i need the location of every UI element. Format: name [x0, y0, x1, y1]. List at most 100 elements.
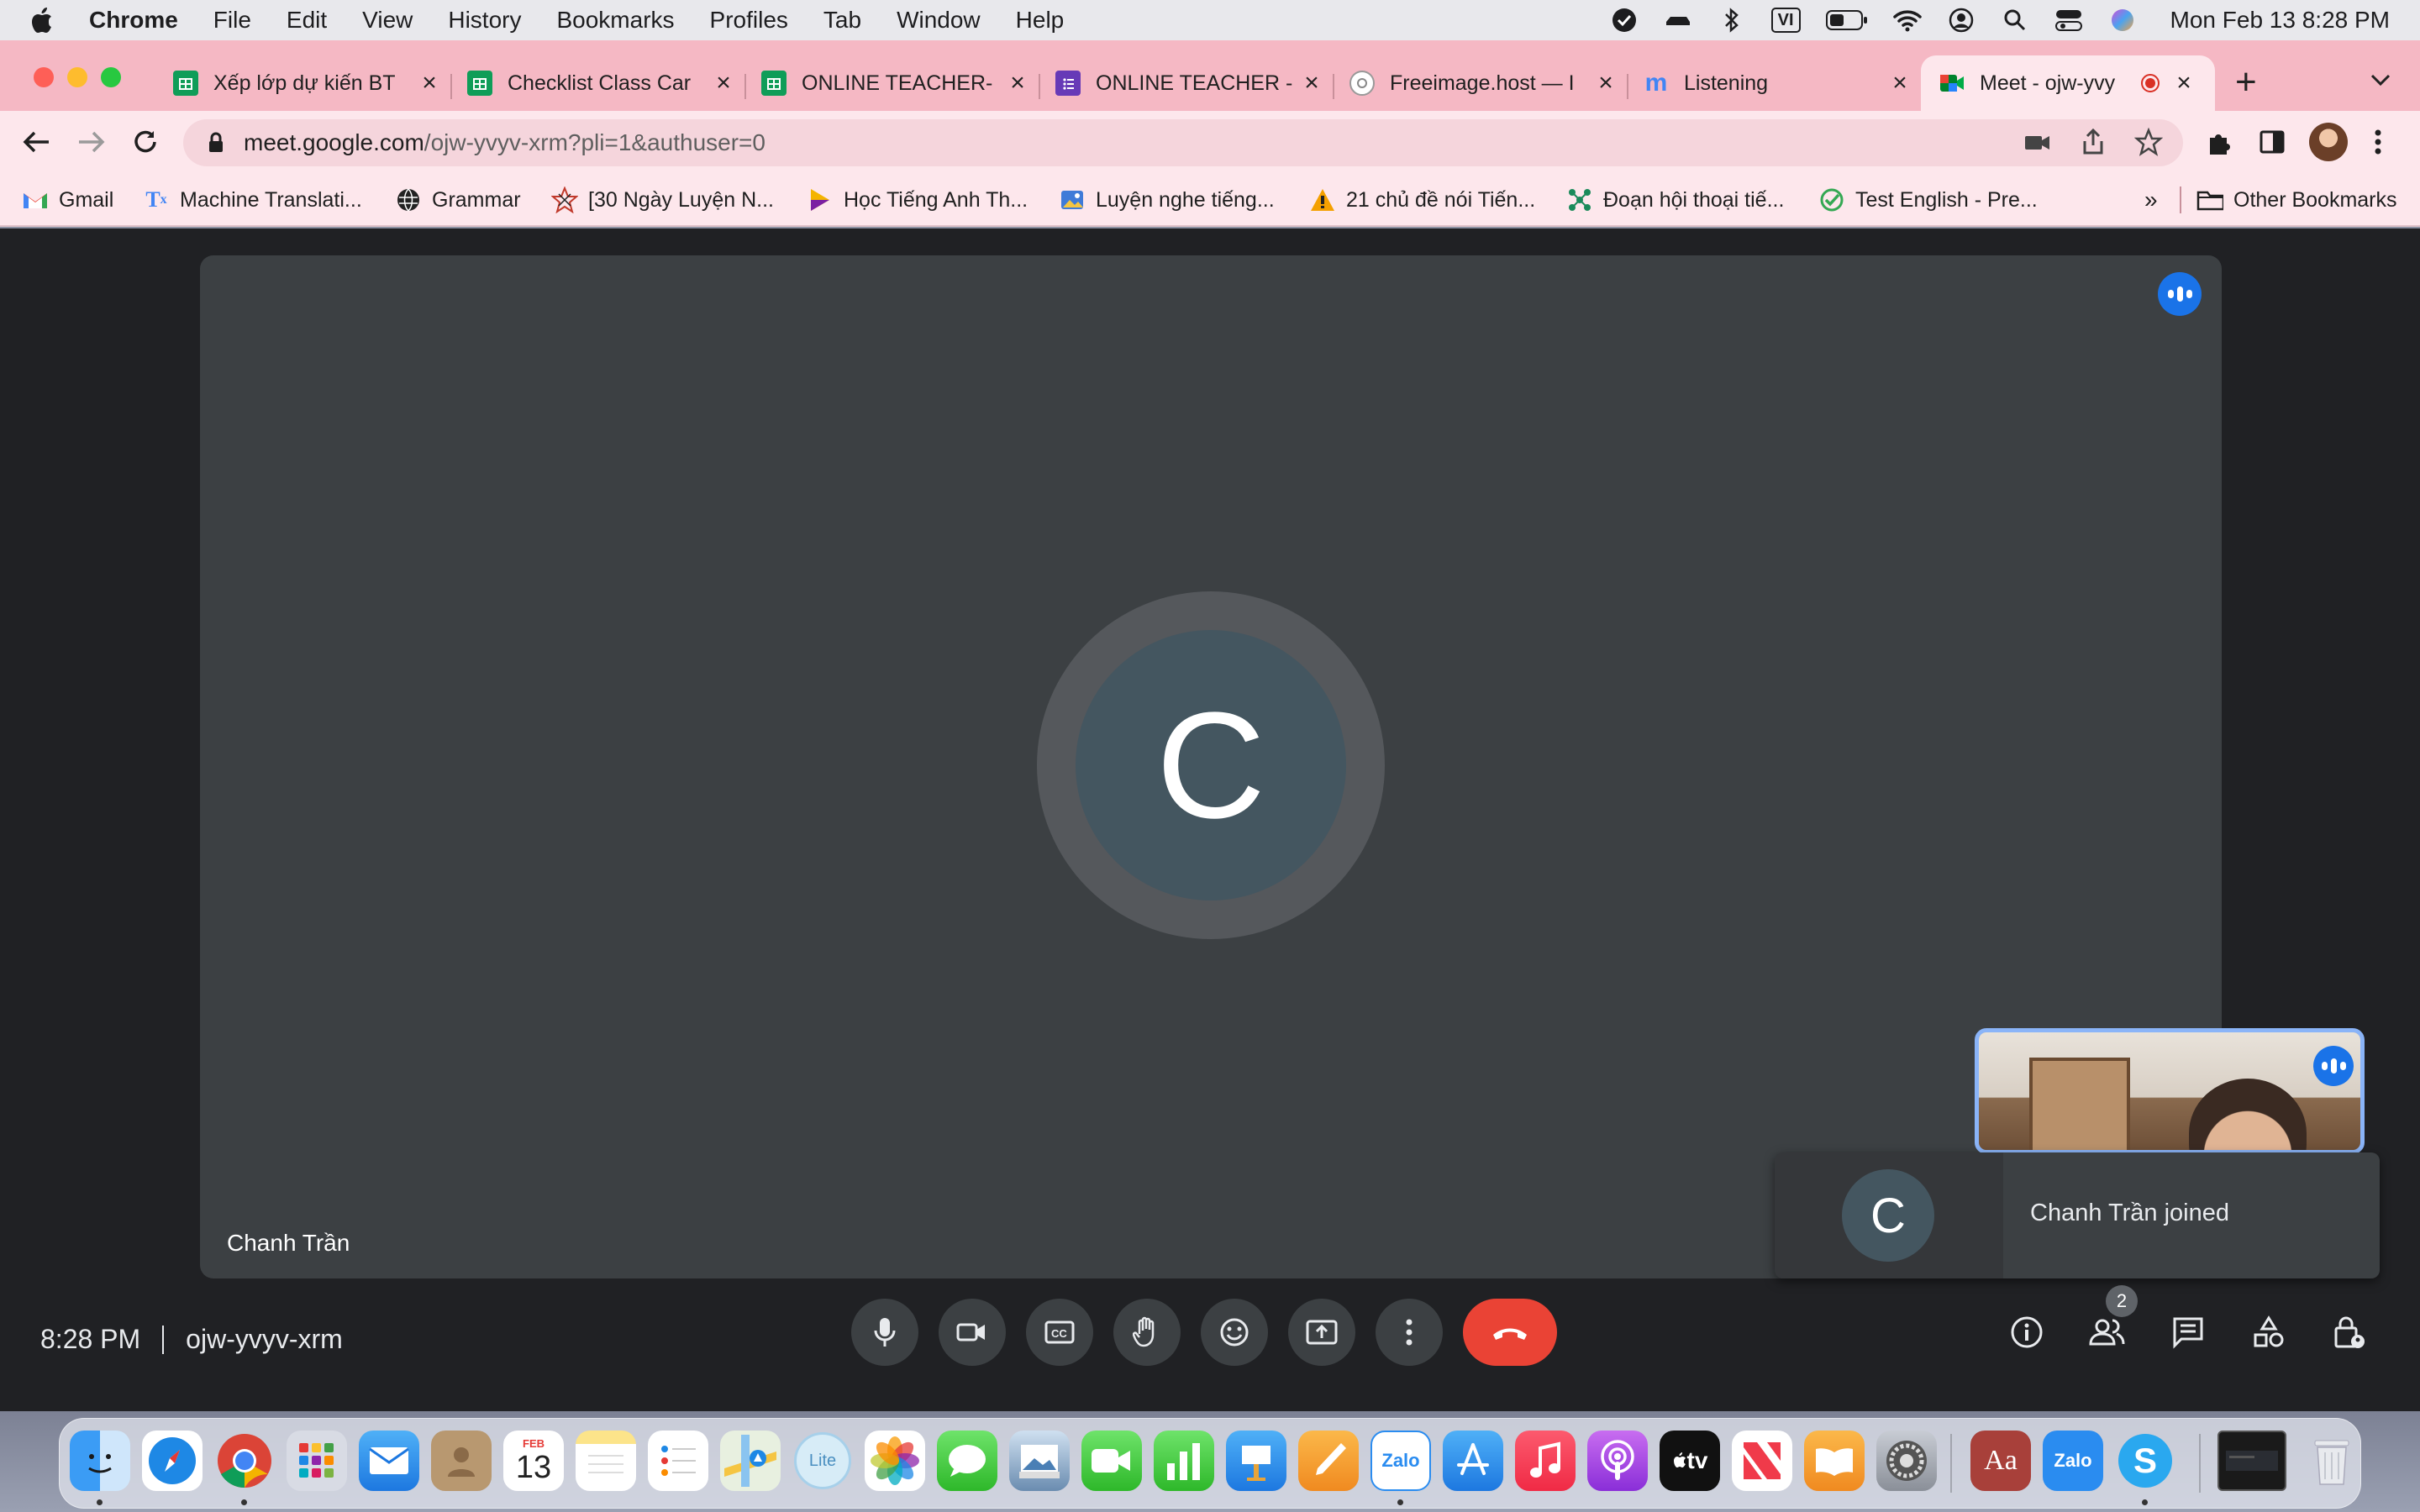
close-window-button[interactable]: [34, 67, 54, 87]
system-settings-icon[interactable]: [1876, 1431, 1937, 1491]
bookmark-30-ngay[interactable]: [30 Ngày Luyện N...: [551, 185, 774, 215]
back-button[interactable]: [18, 124, 54, 160]
launchpad-icon[interactable]: [287, 1431, 347, 1491]
books-icon[interactable]: [1804, 1431, 1865, 1491]
bookmark-grammar[interactable]: Grammar: [395, 185, 521, 215]
input-source-indicator[interactable]: VI: [1770, 8, 1801, 33]
tab-close-icon[interactable]: ×: [711, 69, 736, 97]
captions-button[interactable]: CC: [1026, 1299, 1093, 1366]
keynote-icon[interactable]: [1226, 1431, 1286, 1491]
tab-2[interactable]: ONLINE TEACHER- ×: [761, 62, 1030, 104]
calendar-icon[interactable]: FEB 13: [503, 1431, 564, 1491]
bluetooth-icon[interactable]: [1718, 6, 1746, 34]
messages-icon[interactable]: [937, 1431, 997, 1491]
activities-button[interactable]: [2242, 1305, 2296, 1359]
apple-tv-icon[interactable]: tv: [1660, 1431, 1720, 1491]
zalo-icon[interactable]: Zalo: [1370, 1431, 1431, 1491]
tab-1[interactable]: Checklist Class Car ×: [467, 62, 736, 104]
mail-icon[interactable]: [359, 1431, 419, 1491]
menu-history[interactable]: History: [448, 7, 521, 34]
menu-view[interactable]: View: [362, 7, 413, 34]
bookmark-luyen-nghe[interactable]: Luyện nghe tiếng...: [1059, 185, 1275, 215]
tab-6-active[interactable]: Meet - ojw-yvy ×: [1921, 55, 2215, 111]
self-view-tile[interactable]: [1975, 1028, 2365, 1154]
main-participant-tile[interactable]: C Chanh Trần: [200, 255, 2222, 1278]
reload-button[interactable]: [128, 124, 163, 160]
tab-close-icon[interactable]: ×: [1887, 69, 1912, 97]
menu-window[interactable]: Window: [897, 7, 981, 34]
preview-icon[interactable]: [1009, 1431, 1070, 1491]
maps-lite-icon[interactable]: Lite: [792, 1431, 853, 1491]
tab-4[interactable]: Freeimage.host — I ×: [1349, 62, 1618, 104]
bookmark-doan-hoi-thoai[interactable]: Đoạn hội thoại tiế...: [1566, 185, 1784, 215]
menu-edit[interactable]: Edit: [287, 7, 327, 34]
host-controls-button[interactable]: [2323, 1305, 2376, 1359]
news-icon[interactable]: [1732, 1431, 1792, 1491]
dictionary-icon[interactable]: Aa: [1970, 1431, 2031, 1491]
checkbox-status-icon[interactable]: [1610, 6, 1639, 34]
finder-icon[interactable]: [70, 1431, 130, 1491]
maps-icon[interactable]: [720, 1431, 781, 1491]
minimize-window-button[interactable]: [67, 67, 87, 87]
raise-hand-button[interactable]: [1113, 1299, 1181, 1366]
share-icon[interactable]: [2081, 128, 2106, 160]
menu-profiles[interactable]: Profiles: [710, 7, 788, 34]
tab-close-icon[interactable]: ×: [1005, 69, 1030, 97]
pages-icon[interactable]: [1298, 1431, 1359, 1491]
more-options-button[interactable]: [1376, 1299, 1443, 1366]
forward-button[interactable]: [74, 124, 109, 160]
bookmark-gmail[interactable]: Gmail: [22, 185, 113, 215]
music-icon[interactable]: [1515, 1431, 1576, 1491]
camera-in-use-icon[interactable]: [2023, 128, 2052, 160]
bookmark-hoc-tieng-anh[interactable]: Học Tiếng Anh Th...: [807, 185, 1028, 215]
bookmarks-overflow-chevron[interactable]: »: [2144, 185, 2158, 215]
tab-close-icon[interactable]: ×: [1593, 69, 1618, 97]
other-bookmarks-folder[interactable]: Other Bookmarks: [2196, 185, 2397, 215]
leave-call-button[interactable]: [1463, 1299, 1557, 1366]
apple-menu-icon[interactable]: [30, 7, 64, 34]
battery-icon[interactable]: [1825, 6, 1868, 34]
tab-close-icon[interactable]: ×: [2171, 69, 2196, 97]
tab-close-icon[interactable]: ×: [417, 69, 442, 97]
skype-icon[interactable]: S: [2115, 1431, 2175, 1491]
extensions-icon[interactable]: [2205, 123, 2233, 161]
user-account-icon[interactable]: [1947, 6, 1975, 34]
address-bar[interactable]: meet.google.com/ojw-yvyv-xrm?pli=1&authu…: [183, 119, 2183, 166]
chat-button[interactable]: [2161, 1305, 2215, 1359]
tab-0[interactable]: Xếp lớp dự kiến BT ×: [173, 62, 442, 104]
microphone-button[interactable]: [851, 1299, 918, 1366]
side-panel-icon[interactable]: [2259, 123, 2286, 161]
control-center-icon[interactable]: [2054, 6, 2083, 34]
tab-close-icon[interactable]: ×: [1299, 69, 1324, 97]
emoji-reaction-button[interactable]: [1201, 1299, 1268, 1366]
zalo-secondary-icon[interactable]: Zalo: [2043, 1431, 2103, 1491]
lock-icon[interactable]: [203, 132, 229, 154]
wifi-icon[interactable]: [1892, 6, 1922, 34]
app-store-icon[interactable]: [1443, 1431, 1503, 1491]
tab-search-chevron-icon[interactable]: [2370, 66, 2391, 94]
menubar-clock[interactable]: Mon Feb 13 8:28 PM: [2170, 7, 2390, 34]
car-status-icon[interactable]: [1664, 6, 1692, 34]
numbers-icon[interactable]: [1154, 1431, 1214, 1491]
menu-file[interactable]: File: [213, 7, 251, 34]
photos-icon[interactable]: [865, 1431, 925, 1491]
meeting-details-button[interactable]: [2000, 1305, 2054, 1359]
facetime-icon[interactable]: [1081, 1431, 1142, 1491]
menu-tab[interactable]: Tab: [823, 7, 861, 34]
tab-5[interactable]: m Listening ×: [1644, 62, 1912, 104]
menu-app-name[interactable]: Chrome: [89, 7, 178, 34]
bookmark-star-icon[interactable]: [2133, 127, 2164, 160]
contacts-icon[interactable]: [431, 1431, 492, 1491]
reminders-icon[interactable]: [648, 1431, 708, 1491]
siri-icon[interactable]: [2108, 6, 2137, 34]
chrome-icon[interactable]: [214, 1431, 275, 1491]
tab-3[interactable]: ONLINE TEACHER - ×: [1055, 62, 1324, 104]
camera-button[interactable]: [939, 1299, 1006, 1366]
url-text[interactable]: meet.google.com/ojw-yvyv-xrm?pli=1&authu…: [244, 129, 765, 156]
trash-icon[interactable]: [2302, 1431, 2362, 1491]
present-screen-button[interactable]: [1288, 1299, 1355, 1366]
safari-icon[interactable]: [142, 1431, 203, 1491]
notes-icon[interactable]: [576, 1431, 636, 1491]
spotlight-search-icon[interactable]: [2001, 6, 2029, 34]
maximize-window-button[interactable]: [101, 67, 121, 87]
